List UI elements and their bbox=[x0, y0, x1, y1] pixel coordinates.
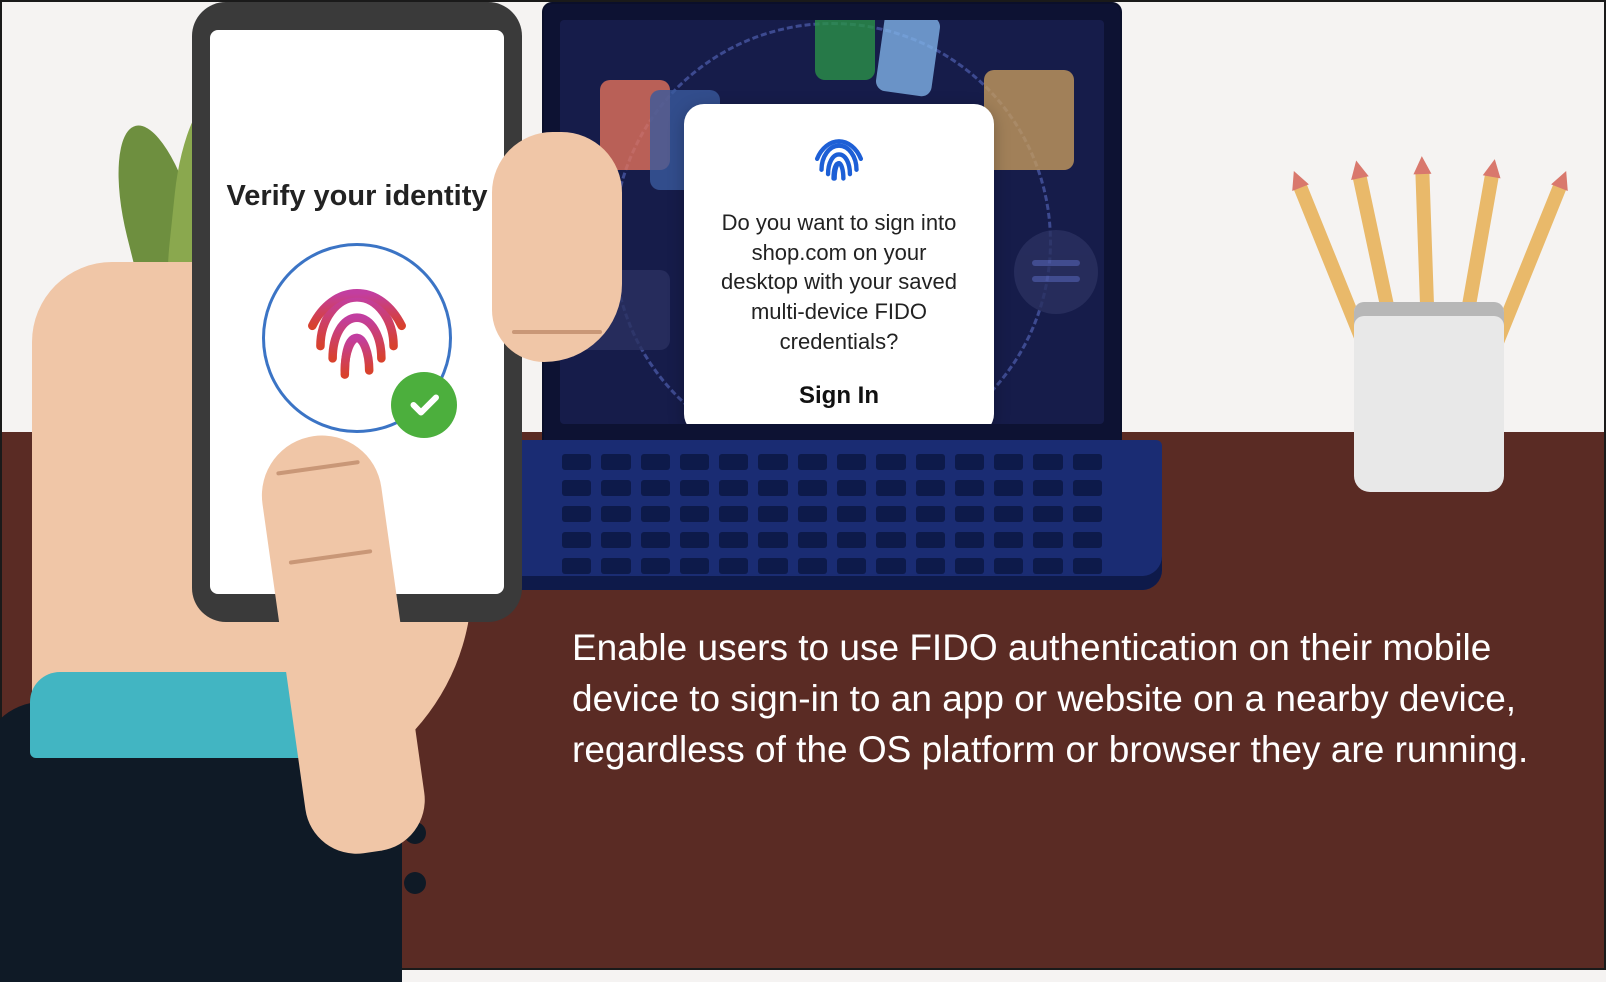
apple-icon bbox=[815, 20, 875, 80]
sign-in-button[interactable]: Sign In bbox=[789, 378, 889, 414]
laptop-screen: Do you want to sign into shop.com on you… bbox=[560, 20, 1104, 424]
laptop-bezel: Do you want to sign into shop.com on you… bbox=[542, 2, 1122, 442]
fingerprint-scan-area[interactable] bbox=[262, 243, 452, 433]
verify-title: Verify your identity bbox=[226, 180, 487, 213]
checkmark-icon bbox=[391, 372, 457, 438]
signin-dialog: Do you want to sign into shop.com on you… bbox=[684, 104, 994, 424]
dialog-message: Do you want to sign into shop.com on you… bbox=[712, 208, 966, 356]
chat-bubble-icon bbox=[1014, 230, 1098, 314]
hand-thumb bbox=[492, 132, 622, 362]
caption-text: Enable users to use FIDO authentication … bbox=[572, 622, 1534, 775]
shopping-bag-icon bbox=[984, 70, 1074, 170]
hand-holding-phone: Verify your identity bbox=[2, 2, 622, 962]
laptop-keyboard bbox=[562, 454, 1102, 564]
pencil-cup bbox=[1354, 302, 1504, 492]
milk-carton-icon bbox=[875, 20, 942, 98]
fingerprint-icon bbox=[804, 126, 874, 196]
illustration-frame: Do you want to sign into shop.com on you… bbox=[0, 0, 1606, 970]
